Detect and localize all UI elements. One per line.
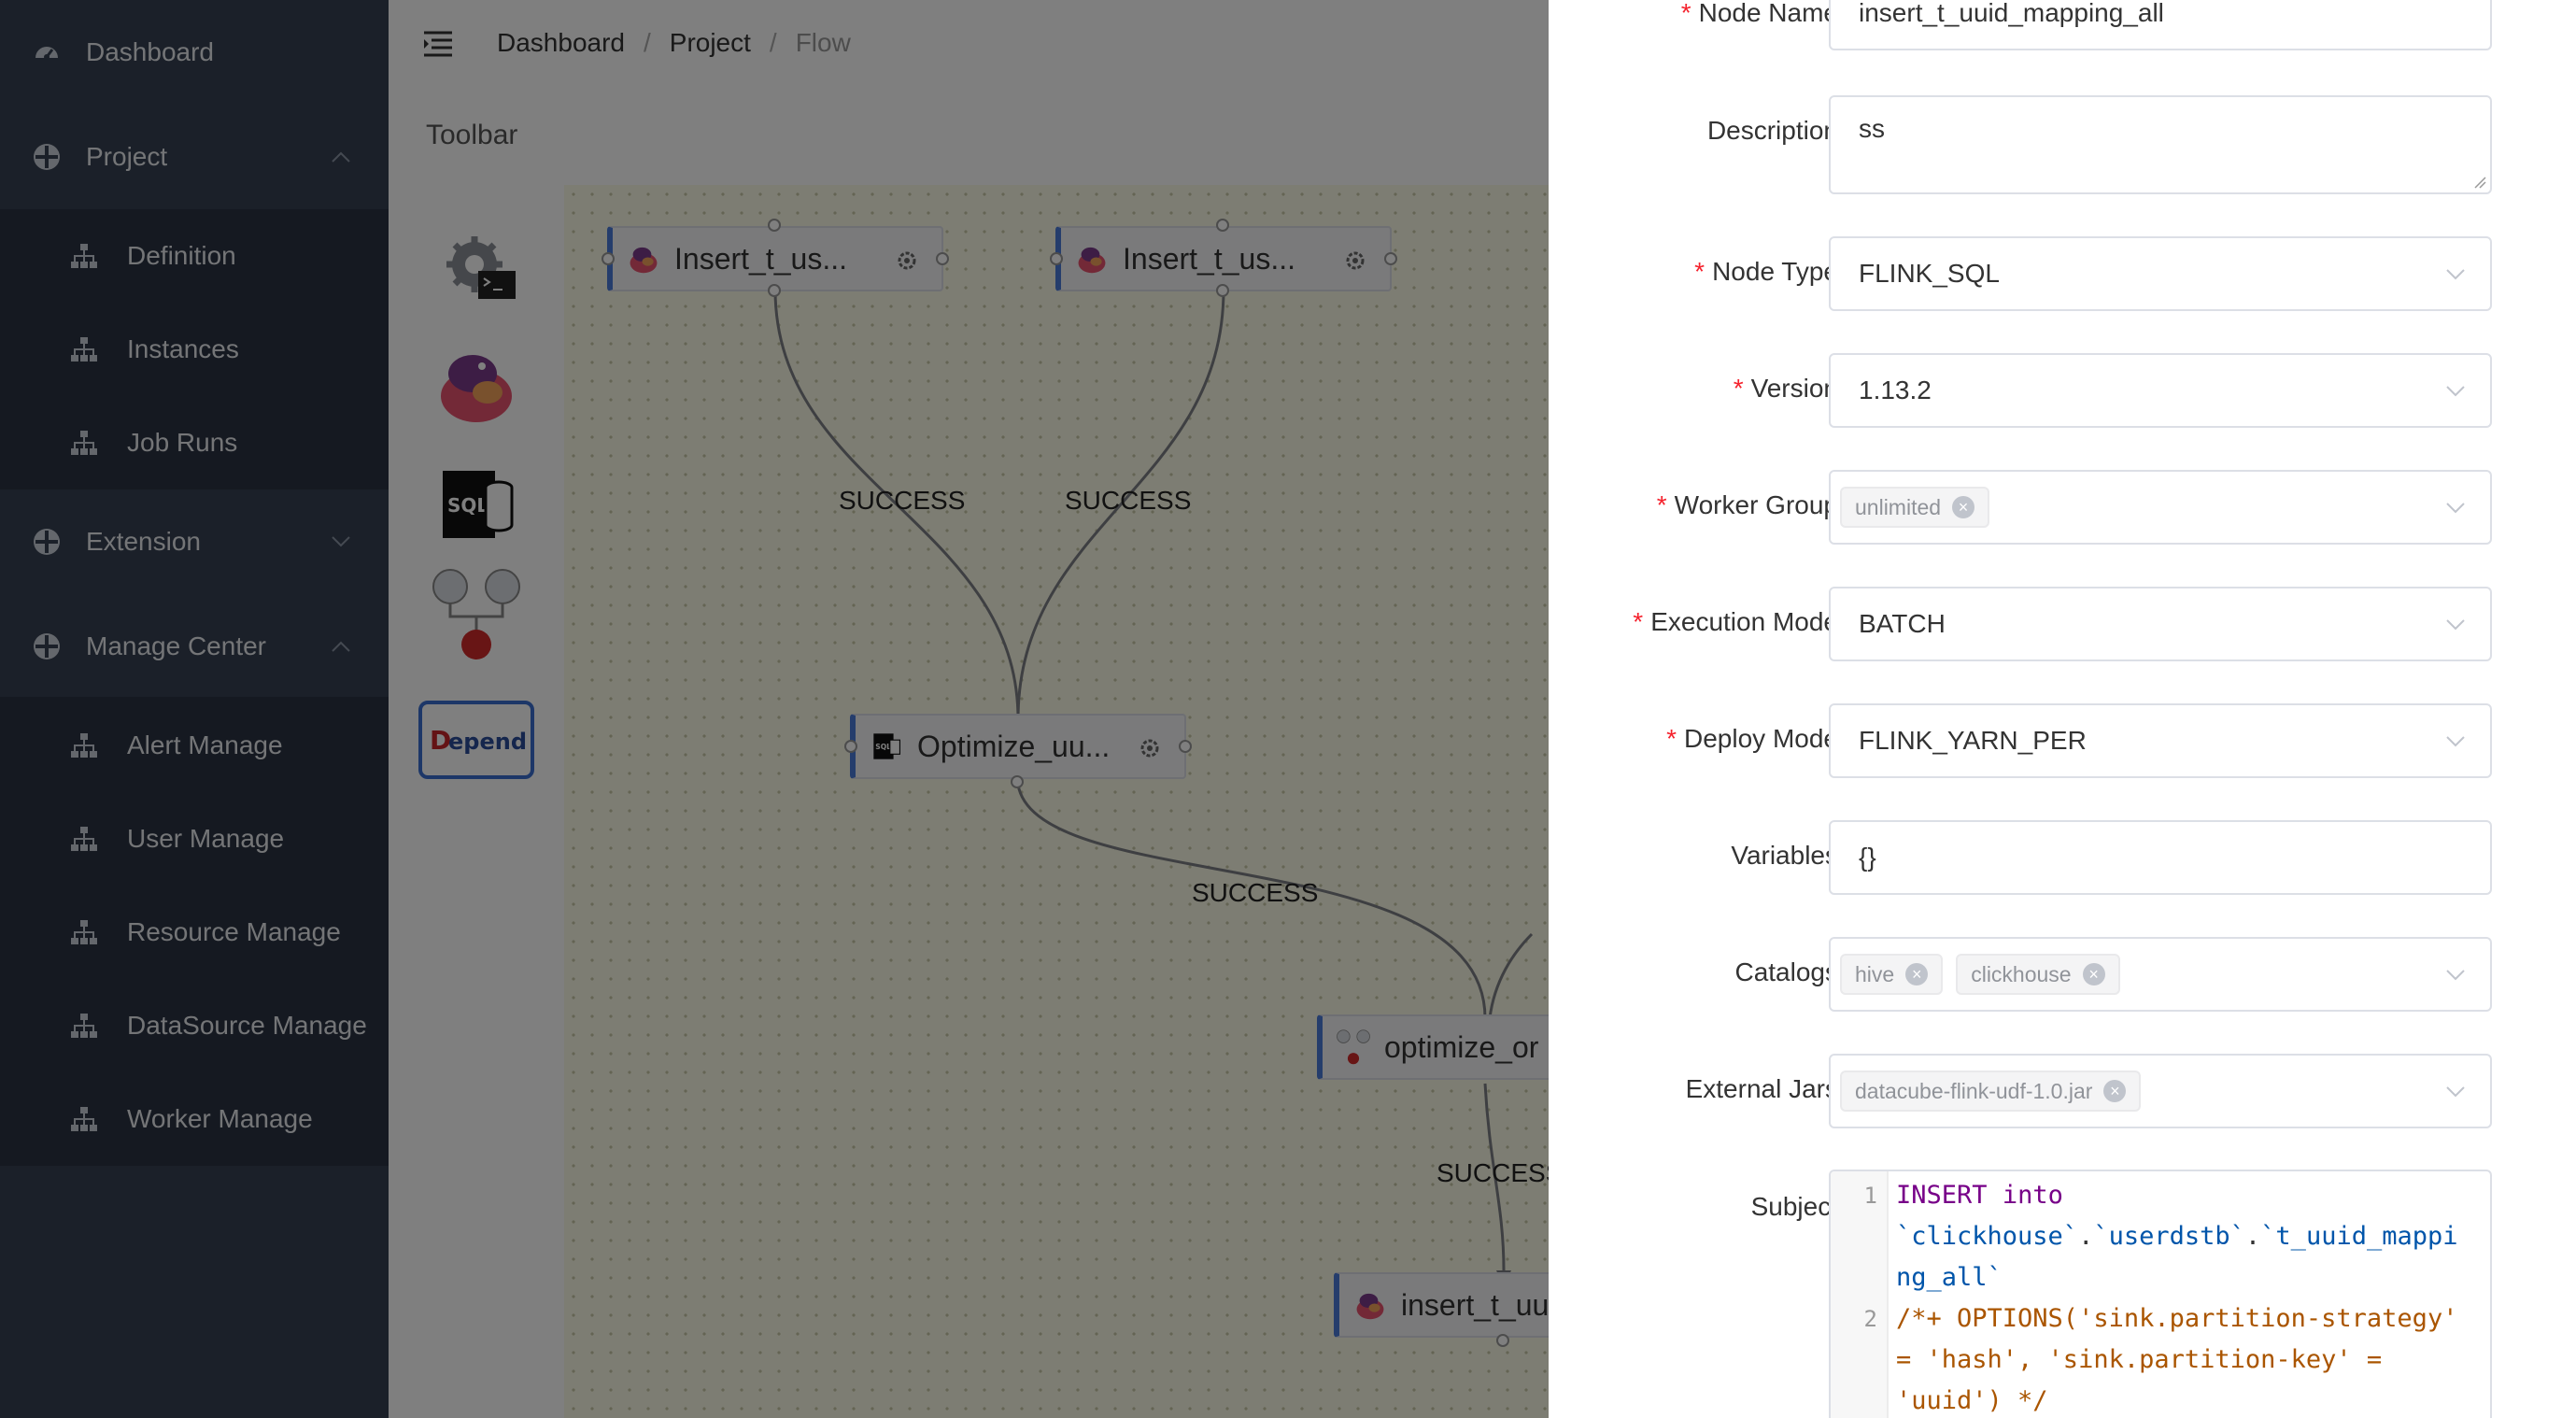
required-marker: *	[1733, 374, 1744, 403]
tag-close-icon[interactable]: ×	[1905, 963, 1929, 986]
catalogs-label: Catalogs	[1734, 957, 1838, 986]
code-line: INSERT into	[1896, 1181, 2063, 1210]
variables-label: Variables	[1731, 841, 1838, 870]
node-name-input[interactable]: insert_t_uuid_mapping_all	[1829, 0, 2492, 50]
execution-mode-value: BATCH	[1859, 609, 1946, 638]
chevron-down-icon	[2446, 970, 2465, 981]
version-value: 1.13.2	[1859, 376, 1932, 404]
version-select[interactable]: 1.13.2	[1829, 353, 2492, 428]
required-marker: *	[1666, 724, 1677, 753]
chevron-down-icon	[2446, 503, 2465, 514]
tag-close-icon[interactable]: ×	[2103, 1080, 2127, 1102]
external-jars-label: External Jars	[1685, 1074, 1838, 1103]
chevron-down-icon	[2446, 269, 2465, 280]
node-settings-drawer: * Node Name insert_t_uuid_mapping_all Des…	[1549, 0, 2576, 1418]
chevron-down-icon	[2446, 386, 2465, 397]
execution-mode-select[interactable]: BATCH	[1829, 587, 2492, 661]
catalog-tag: clickhouse ×	[1956, 954, 2120, 995]
code-line: ng_all`	[1896, 1263, 2003, 1292]
code-gutter: 1 2	[1831, 1171, 1889, 1418]
chevron-down-icon	[2446, 619, 2465, 631]
modal-overlay[interactable]	[0, 0, 1549, 1418]
description-value: ss	[1859, 114, 1885, 143]
code-line: = 'hash', 'sink.partition-key' =	[1896, 1345, 2383, 1374]
required-marker: *	[1680, 0, 1691, 27]
code-line: `clickhouse`.`userdstb`.`t_uuid_mappi	[1896, 1222, 2458, 1251]
node-type-select[interactable]: FLINK_SQL	[1829, 236, 2492, 311]
required-marker: *	[1694, 257, 1706, 286]
node-type-value: FLINK_SQL	[1859, 259, 2000, 288]
required-marker: *	[1656, 490, 1667, 519]
worker-group-tag: unlimited ×	[1840, 487, 1990, 528]
chevron-down-icon	[2446, 1086, 2465, 1098]
tag-close-icon[interactable]: ×	[1952, 496, 1975, 518]
description-textarea[interactable]: ss	[1829, 95, 2492, 194]
chevron-down-icon	[2446, 736, 2465, 747]
version-label: * Version	[1733, 374, 1838, 403]
deploy-mode-label: * Deploy Mode	[1666, 724, 1838, 753]
worker-group-select[interactable]: unlimited ×	[1829, 470, 2492, 545]
subject-label: Subject	[1750, 1192, 1838, 1221]
required-marker: *	[1633, 607, 1644, 636]
external-jar-tag: datacube-flink-udf-1.0.jar ×	[1840, 1071, 2142, 1112]
resize-handle-icon[interactable]	[2471, 174, 2486, 189]
node-name-label: * Node Name	[1680, 0, 1838, 27]
worker-group-label: * Worker Group	[1656, 490, 1838, 519]
line-number: 1	[1863, 1183, 1877, 1209]
deploy-mode-value: FLINK_YARN_PER	[1859, 726, 2087, 755]
node-type-label: * Node Type	[1694, 257, 1838, 286]
description-label: Description	[1706, 116, 1838, 145]
subject-code-editor[interactable]: 1 2 INSERT into `clickhouse`.`userdstb`.…	[1829, 1170, 2492, 1418]
code-line: /*+ OPTIONS('sink.partition-strategy'	[1896, 1304, 2458, 1333]
catalogs-select[interactable]: hive × clickhouse ×	[1829, 937, 2492, 1012]
tag-close-icon[interactable]: ×	[2082, 963, 2105, 986]
execution-mode-label: * Execution Mode	[1633, 607, 1838, 636]
variables-input[interactable]: {}	[1829, 820, 2492, 895]
catalog-tag: hive ×	[1840, 954, 1944, 995]
line-number: 2	[1863, 1306, 1877, 1332]
deploy-mode-select[interactable]: FLINK_YARN_PER	[1829, 703, 2492, 778]
code-line: 'uuid') */	[1896, 1386, 2048, 1415]
external-jars-select[interactable]: datacube-flink-udf-1.0.jar ×	[1829, 1054, 2492, 1128]
